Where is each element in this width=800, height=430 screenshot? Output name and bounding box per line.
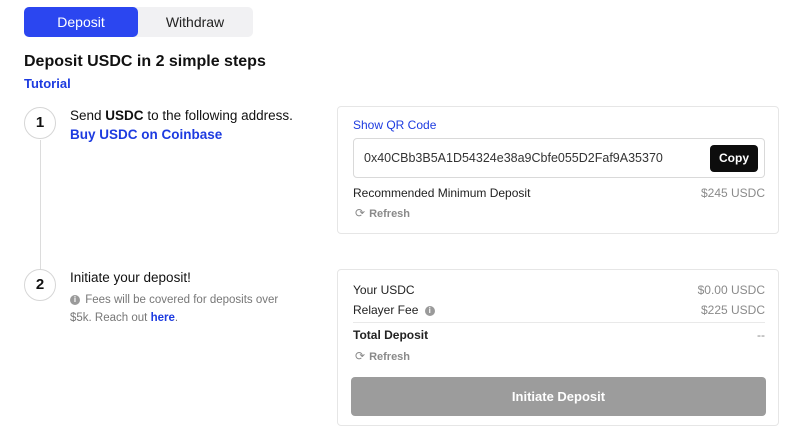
deposit-summary-card: Your USDC $0.00 USDC Relayer Fee i $225 … (337, 269, 779, 426)
step-1-badge: 1 (24, 107, 56, 139)
tab-deposit[interactable]: Deposit (24, 7, 138, 37)
tutorial-link[interactable]: Tutorial (24, 76, 71, 91)
total-deposit-row: Total Deposit -- (353, 328, 765, 342)
summary-divider (353, 322, 765, 323)
step-1-token: USDC (105, 108, 144, 123)
refresh-label: Refresh (369, 208, 411, 220)
deposit-address-card: Show QR Code 0x40CBb3B5A1D54324e38a9Cbfe… (337, 106, 779, 234)
your-usdc-label: Your USDC (353, 283, 415, 297)
total-deposit-value: -- (757, 328, 765, 342)
step-1-text-suffix: to the following address. (147, 108, 293, 123)
deposit-address-text: 0x40CBb3B5A1D54324e38a9Cbfe055D2Faf9A353… (364, 151, 663, 165)
buy-usdc-coinbase-link[interactable]: Buy USDC on Coinbase (70, 125, 293, 144)
steps-timeline-line (40, 140, 41, 270)
info-icon: i (70, 294, 80, 305)
step-1-content: Send USDC to the following address. Buy … (70, 106, 293, 144)
tab-withdraw[interactable]: Withdraw (138, 7, 252, 37)
copy-address-button[interactable]: Copy (710, 145, 758, 172)
step-2-title: Initiate your deposit! (70, 270, 191, 285)
min-deposit-label: Recommended Minimum Deposit (353, 186, 531, 200)
deposit-address-field: 0x40CBb3B5A1D54324e38a9Cbfe055D2Faf9A353… (353, 138, 765, 178)
step-2-badge: 2 (24, 269, 56, 301)
fees-note-end: . (174, 312, 179, 324)
initiate-deposit-button[interactable]: Initiate Deposit (351, 377, 766, 416)
relayer-fee-value: $225 USDC (700, 303, 765, 317)
relayer-fee-row: Relayer Fee i $225 USDC (353, 303, 765, 317)
step-2-content: Initiate your deposit! i Fees will be co… (70, 268, 285, 327)
refresh-icon: ⟳ (355, 206, 366, 220)
fees-note: i Fees will be covered for deposits over… (70, 291, 285, 327)
min-deposit-row: Recommended Minimum Deposit $245 USDC (353, 186, 765, 200)
refresh-label: Refresh (369, 351, 411, 363)
refresh-icon: ⟳ (355, 349, 366, 363)
min-deposit-value: $245 USDC (700, 186, 765, 200)
relayer-fee-label: Relayer Fee (353, 303, 419, 317)
refresh-min-deposit-button[interactable]: ⟳ Refresh (355, 206, 410, 220)
your-usdc-value: $0.00 USDC (697, 283, 765, 297)
page-title: Deposit USDC in 2 simple steps (24, 53, 266, 70)
reach-out-here-link[interactable]: here (151, 312, 175, 324)
refresh-summary-button[interactable]: ⟳ Refresh (355, 349, 410, 363)
your-usdc-row: Your USDC $0.00 USDC (353, 283, 765, 297)
relayer-fee-info-icon[interactable]: i (424, 305, 435, 316)
step-1-text-prefix: Send (70, 108, 102, 123)
total-deposit-label: Total Deposit (353, 328, 429, 342)
deposit-withdraw-tabs: Deposit Withdraw (24, 7, 253, 37)
show-qr-code-link[interactable]: Show QR Code (353, 118, 436, 132)
